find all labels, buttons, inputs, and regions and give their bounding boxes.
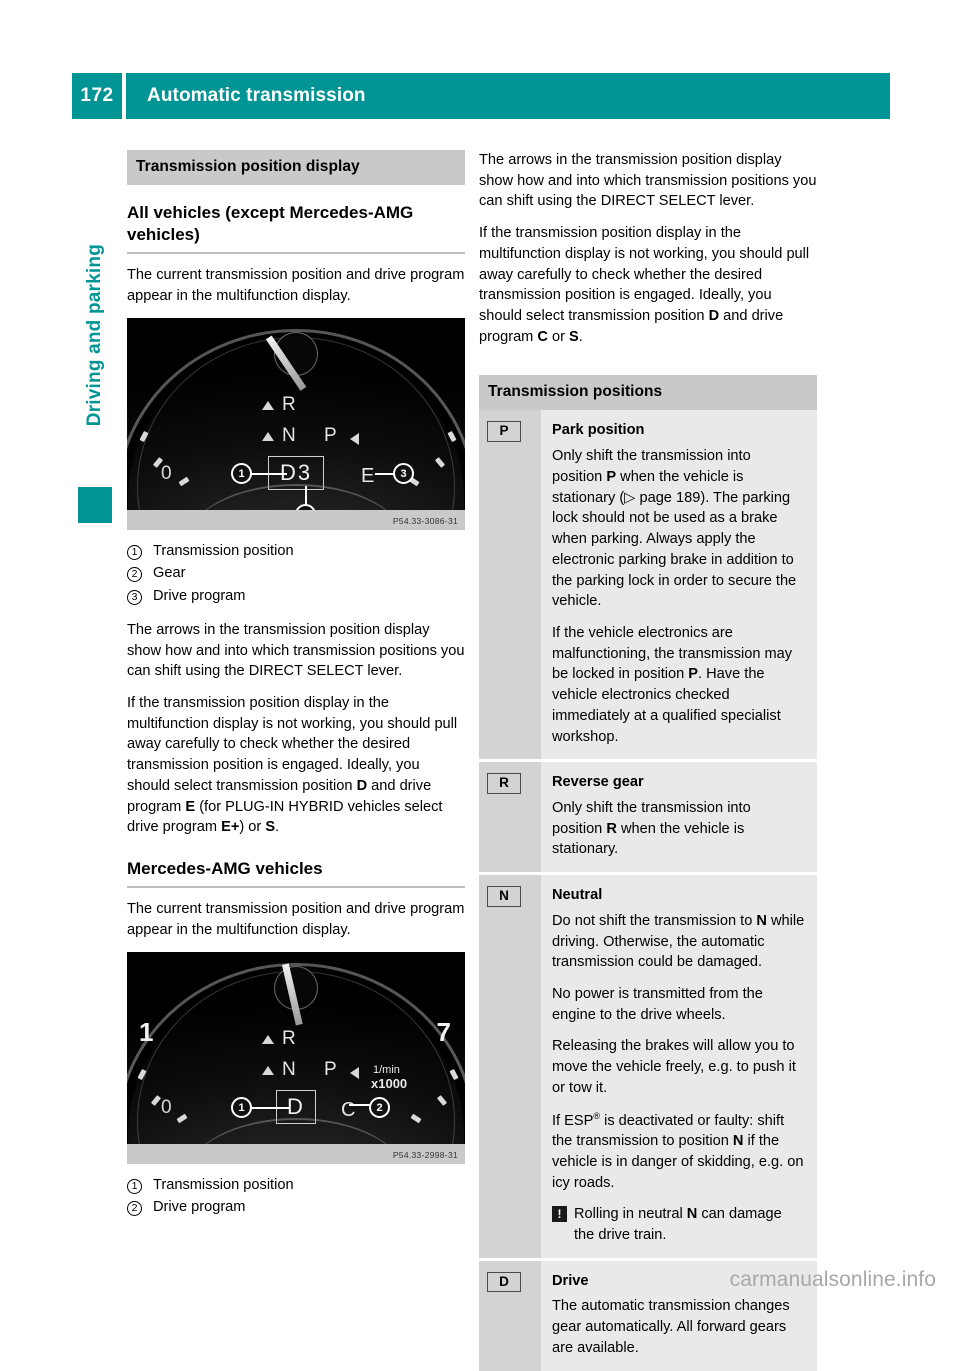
legend-label: Transmission position <box>153 542 294 559</box>
left-paragraph-2: If the transmission position display in … <box>127 694 458 836</box>
page-header: 172 Automatic transmission <box>72 73 890 119</box>
legend-item: 2 Drive program <box>127 1197 465 1218</box>
right-paragraph-1: The arrows in the transmission position … <box>479 152 817 210</box>
tick <box>449 1069 459 1081</box>
tick <box>176 1113 188 1124</box>
tick <box>434 457 446 469</box>
callout-marker-2: 2 <box>369 1096 390 1118</box>
table-row: P Park position Only shift the transmiss… <box>479 410 817 763</box>
legend-item: 2 Gear <box>127 563 465 584</box>
page-number: 172 <box>72 73 122 119</box>
row-content: Neutral Do not shift the transmission to… <box>541 875 817 1258</box>
figure-transmission-display-standard: R N P 0 D3 E 1 3 P54.33-3086-31 <box>127 317 465 530</box>
table-row: N Neutral Do not shift the transmission … <box>479 875 817 1261</box>
row-badge-cell: N <box>479 875 541 1258</box>
callout-marker-3: 3 <box>393 462 414 484</box>
page-title: Automatic transmission <box>126 73 890 119</box>
instrument-dial: 1 7 R N P 1/min x1000 0 D C 1 2 <box>127 951 465 1144</box>
tick <box>137 1069 147 1081</box>
legend-label: Drive program <box>153 1199 246 1216</box>
row-badge-cell: D <box>479 1260 541 1371</box>
row-paragraph: Releasing the brakes will allow you to m… <box>552 1038 796 1096</box>
callout-marker-1: 1 <box>231 462 252 484</box>
notice-box: ! Rolling in neutral N can damage the dr… <box>552 1204 805 1246</box>
chapter-side-tab: Driving and parking <box>78 244 112 523</box>
notice-text: Rolling in neutral N can damage the driv… <box>574 1206 782 1244</box>
site-watermark: carmanualsonline.info <box>729 1268 936 1291</box>
needle-hub <box>265 331 318 391</box>
tick <box>139 431 149 443</box>
gear-badge-r: R <box>487 773 521 794</box>
gear-badge-n: N <box>487 886 521 907</box>
row-title: Neutral <box>552 887 603 904</box>
table-heading: Transmission positions <box>479 375 817 411</box>
divider <box>127 886 465 889</box>
legend-label: Gear <box>153 565 186 582</box>
row-paragraph: If ESP® is deactivated or faulty: shift … <box>552 1110 804 1191</box>
row-title: Reverse gear <box>552 774 644 791</box>
intro-paragraph-2: The current transmission position and dr… <box>127 901 465 938</box>
needle-hub <box>274 962 318 1025</box>
row-paragraph: Do not shift the transmission to N while… <box>552 912 805 971</box>
section-heading: Transmission position display <box>127 150 465 185</box>
tick <box>410 1113 422 1124</box>
callout-leader <box>251 472 287 475</box>
tick <box>436 1095 448 1107</box>
subheading-amg-vehicles: Mercedes-AMG vehicles <box>127 858 323 878</box>
legend-number: 3 <box>127 586 153 607</box>
figure-legend-2: 1 Transmission position 2 Drive program <box>127 1175 465 1218</box>
figure-image-id: P54.33-3086-31 <box>127 509 465 530</box>
chapter-label: Driving and parking <box>84 244 105 427</box>
legend-number: 1 <box>127 1175 153 1196</box>
left-paragraph-1: The arrows in the transmission position … <box>127 621 465 680</box>
figure-image-id: P54.33-2998-31 <box>127 1143 465 1164</box>
figure-transmission-display-amg: 1 7 R N P 1/min x1000 0 D C 1 2 P54.33-2… <box>127 951 465 1164</box>
tick <box>178 477 190 487</box>
right-paragraph-2: If the transmission position display in … <box>479 225 810 345</box>
legend-number: 2 <box>127 563 153 584</box>
row-paragraph: Only shift the transmission into positio… <box>552 448 797 610</box>
row-paragraph: If the vehicle electronics are malfuncti… <box>552 624 793 745</box>
gear-badge-d: D <box>487 1271 521 1293</box>
legend-item: 1 Transmission position <box>127 541 465 562</box>
legend-label: Transmission position <box>153 1176 294 1193</box>
divider <box>127 252 465 255</box>
instrument-dial: R N P 0 D3 E 1 3 <box>127 317 465 510</box>
subheading-all-vehicles: All vehicles (except Mercedes-AMG vehicl… <box>127 203 414 245</box>
figure-legend-1: 1 Transmission position 2 Gear 3 Drive p… <box>127 541 465 607</box>
legend-item: 3 Drive program <box>127 586 465 607</box>
row-paragraph: Only shift the transmission into positio… <box>552 799 751 858</box>
tick <box>447 431 457 443</box>
legend-label: Drive program <box>153 588 246 605</box>
callout-leader <box>251 1106 289 1109</box>
row-badge-cell: P <box>479 410 541 760</box>
callout-marker-1: 1 <box>231 1096 252 1118</box>
intro-paragraph-1: The current transmission position and dr… <box>127 267 465 304</box>
transmission-positions-table: Transmission positions P Park position O… <box>479 375 817 1371</box>
gear-badge-p: P <box>487 421 521 442</box>
legend-number: 1 <box>127 541 153 562</box>
row-paragraph: No power is transmitted from the engine … <box>552 986 763 1023</box>
row-title: Park position <box>552 422 645 439</box>
legend-item: 1 Transmission position <box>127 1175 465 1196</box>
row-content: Reverse gear Only shift the transmission… <box>541 762 817 873</box>
left-column: Transmission position display All vehicl… <box>127 150 465 1231</box>
table-row: R Reverse gear Only shift the transmissi… <box>479 762 817 876</box>
legend-number: 2 <box>127 1197 153 1218</box>
row-paragraph: The automatic transmission changes gear … <box>552 1298 790 1356</box>
tick <box>152 457 164 469</box>
row-content: Park position Only shift the transmissio… <box>541 410 817 760</box>
right-column: The arrows in the transmission position … <box>479 150 817 1371</box>
row-badge-cell: R <box>479 762 541 873</box>
exclamation-mark-icon: ! <box>552 1206 567 1223</box>
tick <box>150 1095 162 1107</box>
chapter-tab-block <box>78 487 112 523</box>
